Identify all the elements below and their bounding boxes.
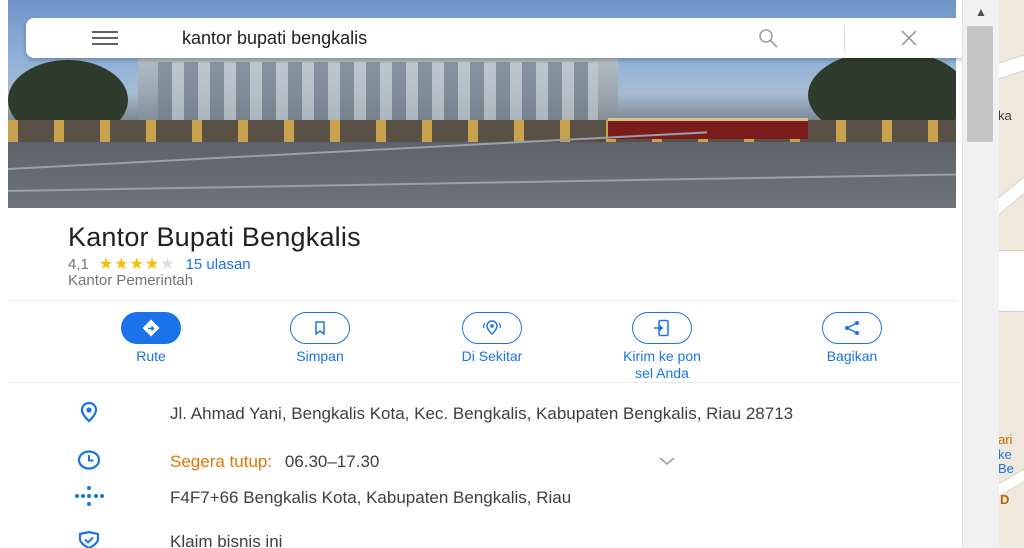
directions-button[interactable]: Rute <box>96 312 206 365</box>
send-to-phone-button[interactable]: Kirim ke pon sel Anda <box>607 312 717 382</box>
plus-code-icon <box>72 484 106 508</box>
hours-text: 06.30–17.30 <box>284 452 380 471</box>
address-text[interactable]: Jl. Ahmad Yani, Bengkalis Kota, Kec. Ben… <box>170 403 930 424</box>
share-button[interactable]: Bagikan <box>797 312 907 365</box>
close-icon[interactable] <box>898 27 920 49</box>
stars-filled: ★★★★ <box>98 256 161 273</box>
map-label: Be <box>998 461 1014 476</box>
reviews-link[interactable]: 15 ulasan <box>186 256 251 273</box>
share-icon <box>845 321 859 335</box>
scroll-up-arrow-icon[interactable]: ▲ <box>963 0 999 24</box>
scroll-thumb[interactable] <box>967 26 993 142</box>
hours-row[interactable]: Segera tutup: 06.30–17.30 <box>170 451 379 472</box>
divider <box>8 382 958 383</box>
search-icon[interactable] <box>756 26 780 50</box>
chevron-down-icon[interactable] <box>658 455 676 467</box>
bookmark-icon <box>315 321 325 336</box>
divider <box>8 300 958 301</box>
search-box: kantor bupati bengkalis <box>26 18 962 58</box>
rating-row: 4,1 ★★★★★ 15 ulasan <box>68 254 251 274</box>
place-details-panel: kantor bupati bengkalis Kantor Bupati Be… <box>0 0 962 548</box>
place-category[interactable]: Kantor Pemerintah <box>68 272 193 289</box>
save-label: Simpan <box>296 348 344 364</box>
map-label: ke <box>998 447 1012 462</box>
send-to-phone-icon <box>654 319 669 337</box>
stars-empty: ★ <box>160 256 176 273</box>
location-pin-icon <box>72 400 106 424</box>
star-rating: ★★★★★ <box>99 254 176 274</box>
panel-scrollbar[interactable]: ▲ <box>962 0 999 548</box>
nearby-label: Di Sekitar <box>461 348 523 364</box>
map-label: ari <box>998 432 1013 447</box>
claim-business-link[interactable]: Klaim bisnis ini <box>170 531 282 548</box>
place-title: Kantor Bupati Bengkalis <box>68 222 361 252</box>
plus-code-text[interactable]: F4F7+66 Bengkalis Kota, Kabupaten Bengka… <box>170 487 930 508</box>
hours-status: Segera tutup: <box>170 452 273 471</box>
search-input[interactable]: kantor bupati bengkalis <box>182 28 367 49</box>
nearby-icon <box>483 320 501 336</box>
send-to-phone-label: Kirim ke pon sel Anda <box>623 348 701 381</box>
search-divider <box>844 24 845 52</box>
nearby-button[interactable]: Di Sekitar <box>437 312 547 365</box>
map-label: ka <box>998 108 1012 123</box>
menu-icon[interactable] <box>92 31 118 45</box>
map-label: D <box>1000 492 1010 507</box>
directions-icon <box>142 319 160 337</box>
share-label: Bagikan <box>826 348 878 364</box>
save-button[interactable]: Simpan <box>265 312 375 365</box>
directions-label: Rute <box>136 348 166 364</box>
clock-icon <box>72 448 106 472</box>
shield-icon <box>72 528 106 548</box>
rating-value: 4,1 <box>68 255 89 273</box>
